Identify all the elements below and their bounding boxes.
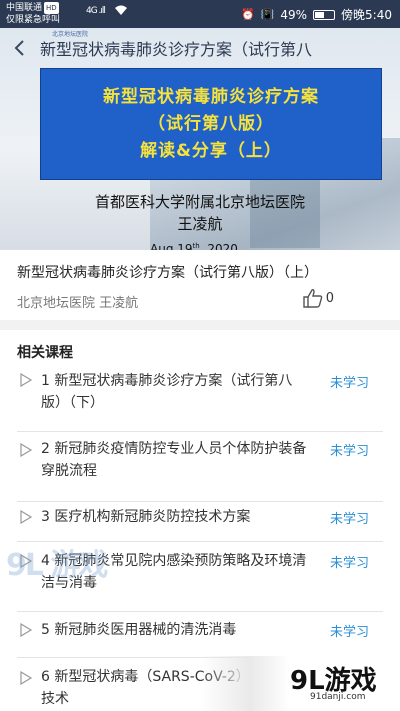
thumbs-up-icon [303, 289, 323, 308]
status-bar: 中国联通 HD 仅限紧急呼叫 4G .ıll ⏰ 📳 49% 傍晚5:40 [0, 0, 400, 28]
banner-line-1: 新型冠状病毒肺炎诊疗方案 [103, 87, 319, 107]
play-icon [20, 443, 33, 457]
hospital-logo: 北京地坛医院 [52, 31, 89, 38]
like-button[interactable]: 0 [302, 288, 334, 308]
back-arrow-icon[interactable] [0, 28, 40, 68]
status-right: ⏰ 📳 49% 傍晚5:40 [241, 6, 392, 23]
clock: 傍晚5:40 [341, 8, 392, 22]
section-divider [0, 320, 400, 330]
emergency-only-text: 仅限紧急呼叫 [6, 15, 61, 25]
learning-status: 未学习 [329, 376, 369, 391]
speaker-name: 王凌航 [177, 215, 223, 233]
course-author: 北京地坛医院 王凌航 [17, 296, 139, 311]
play-icon [20, 623, 33, 637]
learning-status: 未学习 [329, 512, 369, 527]
learning-status: 未学习 [329, 556, 369, 571]
lecture-date: Aug 19th, 2020 [150, 242, 238, 250]
battery-percent: 49% [280, 7, 308, 22]
list-item[interactable]: 1 新型冠状病毒肺炎诊疗方案（试行第八版）（下） 未学习 [17, 366, 383, 432]
watermark-logo-left: 9L 游戏 [6, 548, 108, 583]
banner-line-2: （试行第八版） [148, 114, 274, 134]
hd-badge: HD [44, 2, 59, 14]
banner-line-3: 解读&分享（上） [140, 141, 282, 161]
course-video-cover[interactable]: 新型冠状病毒肺炎诊疗方案（试行第八 北京地坛医院 新型冠状病毒肺炎诊疗方案 （试… [0, 28, 400, 250]
course-item-title: 5 新冠肺炎医用器械的清洗消毒 [41, 622, 237, 638]
course-item-title: 2 新冠肺炎疫情防控专业人员个体防护装备穿脱流程 [41, 441, 307, 479]
related-courses-heading: 相关课程 [17, 345, 73, 361]
vibrate-icon: 📳 [260, 8, 275, 21]
date-sup: th [192, 242, 200, 250]
battery-icon [313, 9, 336, 20]
like-count: 0 [325, 290, 334, 306]
wifi-icon [114, 4, 128, 19]
battery-fill [315, 11, 325, 18]
carrier-info: 中国联通 HD 仅限紧急呼叫 [6, 2, 60, 26]
list-item[interactable]: 5 新冠肺炎医用器械的清洗消毒 未学习 [17, 612, 383, 658]
watermark-site: 91danji.com [310, 692, 366, 702]
learning-status: 未学习 [329, 625, 369, 640]
learning-status: 未学习 [329, 444, 369, 459]
speaker-organization: 首都医科大学附属北京地坛医院 [94, 193, 305, 211]
list-item[interactable]: 3 医疗机构新冠肺炎防控技术方案 未学习 [17, 502, 383, 542]
course-item-title: 3 医疗机构新冠肺炎防控技术方案 [41, 509, 251, 525]
lecture-title-banner: 新型冠状病毒肺炎诊疗方案 （试行第八版） 解读&分享（上） [40, 68, 382, 180]
play-icon [20, 373, 33, 387]
page-title: 新型冠状病毒肺炎诊疗方案（试行第八 [40, 40, 313, 59]
carrier-name: 中国联通 [6, 3, 43, 13]
play-icon [20, 671, 33, 685]
course-title: 新型冠状病毒肺炎诊疗方案（试行第八版）（上） [17, 265, 318, 281]
list-item[interactable]: 2 新冠肺炎疫情防控专业人员个体防护装备穿脱流程 未学习 [17, 432, 383, 502]
date-suffix: , 2020 [199, 242, 238, 250]
play-icon [20, 510, 33, 524]
alarm-icon: ⏰ [240, 8, 255, 21]
signal-icon: 4G .ıll [86, 6, 106, 16]
date-prefix: Aug 19 [150, 242, 193, 250]
course-item-title: 1 新型冠状病毒肺炎诊疗方案（试行第八版）（下） [41, 373, 293, 411]
